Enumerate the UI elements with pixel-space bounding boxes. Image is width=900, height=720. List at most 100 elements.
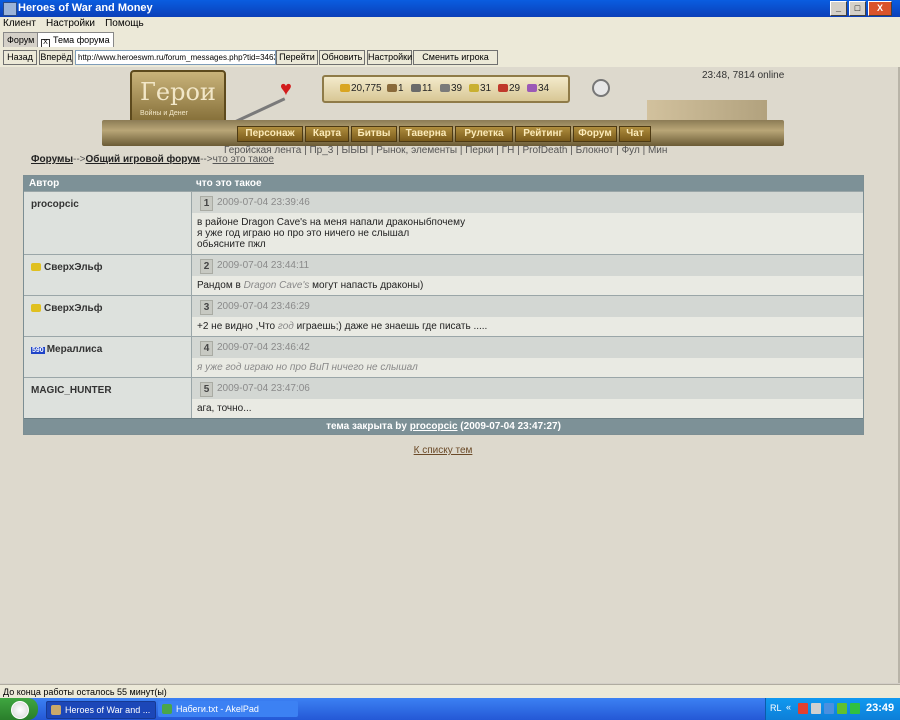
breadcrumb-forum[interactable]: Общий игровой форум	[86, 154, 201, 165]
post-header: 4 2009-07-04 23:46:42	[192, 337, 863, 358]
tray-app-icon[interactable]	[798, 703, 808, 714]
settings-button[interactable]: Настройки	[367, 50, 412, 65]
menu-help[interactable]: Помощь	[102, 17, 148, 29]
menu-rating[interactable]: Рейтинг	[515, 126, 571, 142]
back-to-list-link[interactable]: К списку тем	[0, 445, 886, 456]
post-header: 2 2009-07-04 23:44:11	[192, 255, 863, 276]
post-text-part: Рандом в	[197, 280, 244, 291]
task-akelpad[interactable]: Набеги.txt - AkelPad	[158, 701, 298, 717]
level-badge: 590	[31, 347, 45, 354]
post-number[interactable]: 1	[200, 196, 213, 211]
post-author-name[interactable]: Мераллиса	[47, 344, 103, 355]
game-menu: Персонаж Карта Битвы Таверна Рулетка Рей…	[102, 120, 784, 146]
task-heroes[interactable]: Heroes of War and ...	[46, 701, 156, 719]
tray-app-icon[interactable]	[824, 703, 834, 714]
post-line: обьясните пжл	[197, 239, 266, 250]
app-icon	[3, 2, 17, 16]
menu-battles[interactable]: Битвы	[351, 126, 397, 142]
window-titlebar: Heroes of War and Money _ □ X	[0, 0, 900, 17]
post-author: СверхЭльф	[31, 262, 102, 273]
post-number[interactable]: 5	[200, 382, 213, 397]
menu-forum[interactable]: Форум	[573, 126, 617, 142]
breadcrumb-separator: -->	[73, 154, 86, 165]
post-time: 2009-07-04 23:44:11	[217, 260, 310, 271]
minimize-button[interactable]: _	[830, 1, 847, 16]
resource-gems: 34	[527, 83, 549, 94]
tab-forum[interactable]: Форум	[3, 32, 39, 48]
back-button[interactable]: Назад	[3, 50, 37, 65]
switch-player-button[interactable]: Сменить игрока	[413, 50, 498, 65]
breadcrumb-topic[interactable]: что это такое	[213, 154, 274, 165]
menu-chat[interactable]: Чат	[619, 126, 651, 142]
post-author-cell: procopcic	[24, 192, 192, 254]
ring-icon[interactable]	[592, 79, 610, 97]
post-text-part: играешь;) даже не знаешь где писать ....…	[293, 321, 488, 332]
status-bar: До конца работы осталось 55 минут(ы)	[0, 684, 900, 698]
post-quote: я уже год играю но про ВиП ничего не слы…	[197, 362, 418, 373]
post-text: я уже год играю но про ВиП ничего не слы…	[192, 358, 863, 377]
mercury-icon	[440, 84, 450, 92]
tab-topic[interactable]: X Тема форума	[37, 32, 114, 48]
close-button[interactable]: X	[868, 1, 892, 16]
footer-text: тема закрыта by	[326, 421, 410, 432]
tab-forum-label: Форум	[7, 35, 35, 45]
chevron-left-icon[interactable]: «	[786, 702, 791, 712]
language-indicator[interactable]: RL	[770, 703, 782, 713]
menu-settings[interactable]: Настройки	[43, 17, 99, 29]
clan-icon	[31, 304, 41, 312]
table-row: MAGIC_HUNTER 5 2009-07-04 23:47:06 ага, …	[24, 377, 863, 418]
sulfur-value: 31	[480, 83, 492, 94]
windows-logo-icon	[11, 701, 29, 719]
maximize-button[interactable]: □	[849, 1, 866, 16]
post-number[interactable]: 2	[200, 259, 213, 274]
ore-value: 11	[422, 83, 433, 94]
post-number[interactable]: 4	[200, 341, 213, 356]
resource-ore: 11	[411, 83, 432, 94]
post-author[interactable]: MAGIC_HUNTER	[31, 385, 112, 396]
notepad-icon	[162, 704, 172, 714]
forum-table: Автор что это такое procopcic 1 2009-07-…	[23, 175, 864, 435]
system-tray: RL « 23:49	[765, 698, 900, 720]
table-row: 590 Мераллиса 4 2009-07-04 23:46:42 я уже…	[24, 336, 863, 377]
post-text: ага, точно...	[192, 399, 863, 418]
post-author-name[interactable]: СверхЭльф	[44, 303, 102, 314]
start-button[interactable]	[0, 698, 38, 720]
health-heart-icon[interactable]: ♥	[280, 78, 292, 101]
url-input[interactable]: http://www.heroeswm.ru/forum_messages.ph…	[75, 50, 276, 65]
header-author: Автор	[29, 178, 60, 189]
footer-user-link[interactable]: procopcic	[410, 421, 458, 432]
post-author: СверхЭльф	[31, 303, 102, 314]
resource-wood: 1	[387, 83, 404, 94]
nav-toolbar: Назад Вперёд http://www.heroeswm.ru/foru…	[0, 47, 900, 67]
taskbar: Heroes of War and ... Набеги.txt - AkelP…	[0, 698, 900, 720]
post-author[interactable]: procopcic	[31, 199, 79, 210]
post-text: +2 не видно ,Что год играешь;) даже не з…	[192, 317, 863, 336]
post-author-name[interactable]: СверхЭльф	[44, 262, 102, 273]
post-text-part: +2 не видно ,Что	[197, 321, 278, 332]
gems-value: 34	[538, 83, 550, 94]
post-author: 590 Мераллиса	[31, 344, 102, 355]
menu-client[interactable]: Клиент	[0, 17, 40, 29]
topic-closed-footer: тема закрыта by procopcic (2009-07-04 23…	[24, 418, 863, 434]
post-number[interactable]: 3	[200, 300, 213, 315]
post-line: в районе Dragon Cave's на меня напали др…	[197, 217, 466, 228]
task-label: Heroes of War and ...	[65, 705, 151, 715]
menu-character[interactable]: Персонаж	[237, 126, 303, 142]
resources-bar: 20,775 1 11 39 31 29 34	[322, 75, 570, 103]
menu-tavern[interactable]: Таверна	[399, 126, 453, 142]
post-time: 2009-07-04 23:47:06	[217, 383, 310, 394]
wood-icon	[387, 84, 397, 92]
tray-app-icon[interactable]	[811, 703, 821, 714]
quick-links[interactable]: Геройская лента | Пр_3 | ЫЫЫ | Рынок, эл…	[224, 145, 667, 156]
forward-button[interactable]: Вперёд	[39, 50, 73, 65]
tray-app-icon[interactable]	[837, 703, 847, 714]
menu-roulette[interactable]: Рулетка	[455, 126, 513, 142]
breadcrumb-forums[interactable]: Форумы	[31, 154, 73, 165]
post-author-cell: СверхЭльф	[24, 255, 192, 295]
menu-map[interactable]: Карта	[305, 126, 349, 142]
resource-crystal: 29	[498, 83, 520, 94]
header-topic: что это такое	[196, 178, 262, 189]
go-button[interactable]: Перейти	[276, 50, 318, 65]
refresh-button[interactable]: Обновить	[319, 50, 365, 65]
tray-app-icon[interactable]	[850, 703, 860, 714]
